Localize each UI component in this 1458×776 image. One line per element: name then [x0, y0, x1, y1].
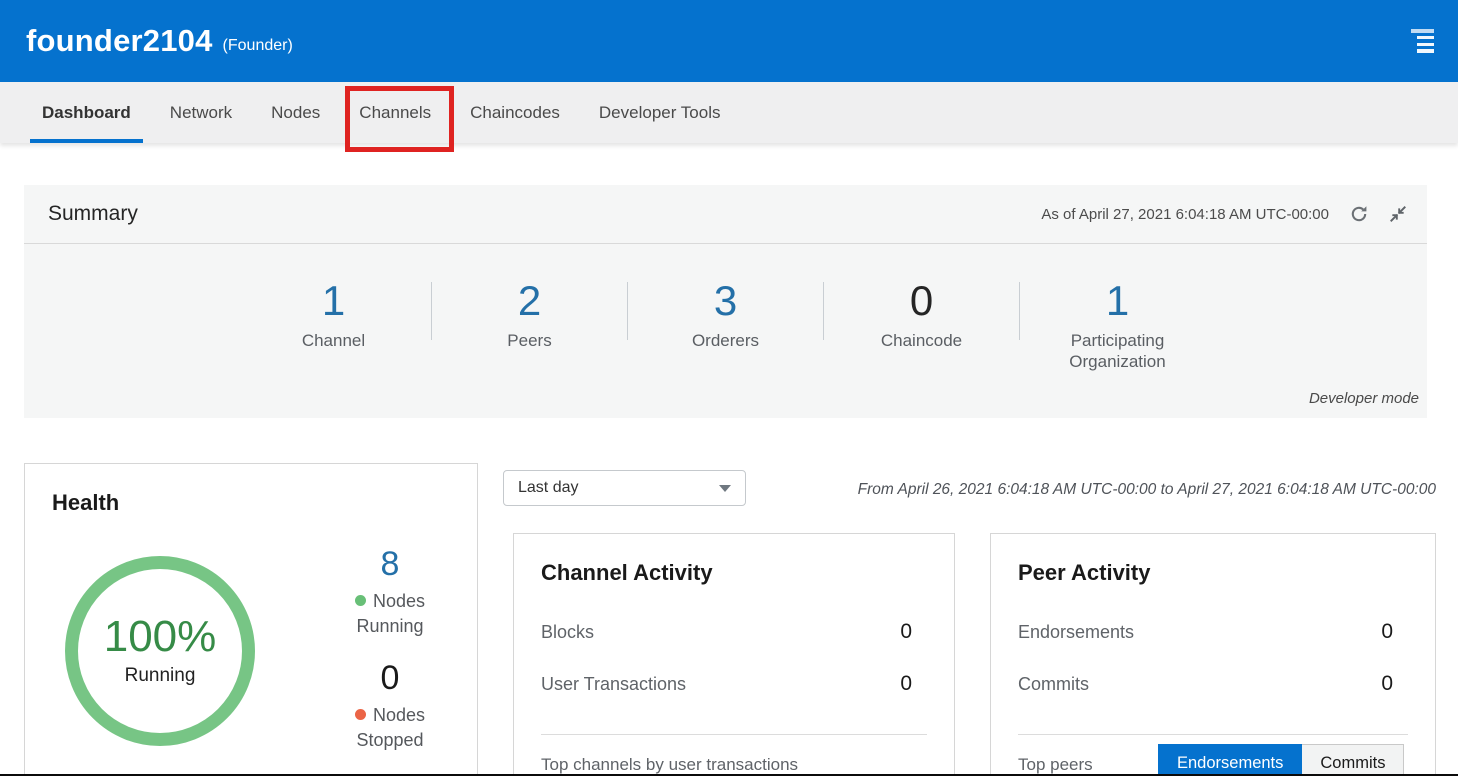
channel-activity-card: Channel Activity Blocks 0 User Transacti… — [513, 533, 955, 776]
blocks-label: Blocks — [541, 622, 594, 643]
time-range-text: From April 26, 2021 6:04:18 AM UTC-00:00… — [858, 481, 1436, 499]
health-node-counts: 8 Nodes Running 0 Nodes Stopped — [325, 546, 455, 752]
commits-row: Commits 0 — [991, 672, 1435, 696]
stat-channel-label: Channel — [268, 330, 400, 351]
stat-channel-value[interactable]: 1 — [236, 278, 432, 324]
drawer-bar — [1417, 36, 1434, 40]
toggle-endorsements-button[interactable]: Endorsements — [1158, 744, 1302, 776]
peer-activity-rows: Endorsements 0 Commits 0 — [991, 620, 1435, 724]
summary-body: 1 Channel 2 Peers 3 Orderers 0 Chaincode… — [24, 244, 1427, 417]
commits-value: 0 — [1381, 672, 1393, 696]
peer-activity-title: Peer Activity — [1018, 560, 1150, 586]
tab-chaincodes[interactable]: Chaincodes — [458, 82, 572, 143]
tab-developer-tools-label: Developer Tools — [599, 103, 721, 123]
user-transactions-value: 0 — [900, 672, 912, 696]
tab-nodes[interactable]: Nodes — [259, 82, 332, 143]
summary-panel: Summary As of April 27, 2021 6:04:18 AM … — [24, 185, 1427, 418]
stat-orderers-label: Orderers — [660, 330, 792, 351]
blocks-value: 0 — [900, 620, 912, 644]
time-range-selected-value: Last day — [518, 479, 578, 497]
refresh-icon[interactable] — [1349, 204, 1369, 224]
tab-nodes-label: Nodes — [271, 103, 320, 123]
app-header: founder2104 (Founder) — [0, 0, 1458, 82]
stat-orderers: 3 Orderers — [628, 278, 824, 373]
channel-activity-title: Channel Activity — [541, 560, 713, 586]
drawer-bar — [1417, 49, 1434, 53]
stat-orderers-value[interactable]: 3 — [628, 278, 824, 324]
top-peers-toggle: Endorsements Commits — [1158, 744, 1404, 776]
endorsements-label: Endorsements — [1018, 622, 1134, 643]
health-card: Health 100% Running 8 Nodes Running 0 No… — [24, 463, 478, 776]
time-range-select[interactable]: Last day — [503, 470, 746, 506]
drawer-bar — [1417, 43, 1434, 47]
user-transactions-row: User Transactions 0 — [514, 672, 954, 696]
tab-network-label: Network — [170, 103, 232, 123]
tab-dashboard[interactable]: Dashboard — [30, 82, 143, 143]
collapse-icon[interactable] — [1389, 205, 1407, 223]
health-donut-chart: 100% Running — [65, 556, 255, 746]
stat-chaincode-label: Chaincode — [856, 330, 988, 351]
stat-participating-organization: 1 Participating Organization — [1020, 278, 1216, 373]
app-window: founder2104 (Founder) Dashboard Network … — [0, 0, 1458, 776]
stat-peers-value[interactable]: 2 — [432, 278, 628, 324]
summary-meta: As of April 27, 2021 6:04:18 AM UTC-00:0… — [1041, 204, 1407, 224]
nodes-running-label: Nodes Running — [344, 589, 436, 638]
instance-title: founder2104 — [26, 23, 213, 59]
channel-activity-rows: Blocks 0 User Transactions 0 — [514, 620, 954, 724]
nodes-stopped-text: Nodes Stopped — [356, 705, 425, 749]
drawer-menu-icon[interactable] — [1411, 29, 1434, 53]
health-percent-label: Running — [125, 665, 196, 687]
divider — [541, 734, 927, 735]
peer-activity-card: Peer Activity Endorsements 0 Commits 0 T… — [990, 533, 1436, 776]
stopped-status-dot-icon — [355, 709, 366, 720]
stat-peers-label: Peers — [464, 330, 596, 351]
commits-label: Commits — [1018, 674, 1089, 695]
user-transactions-label: User Transactions — [541, 674, 686, 695]
tab-dashboard-label: Dashboard — [42, 103, 131, 123]
endorsements-value: 0 — [1381, 620, 1393, 644]
tab-channels[interactable]: Channels — [347, 82, 443, 143]
running-status-dot-icon — [355, 595, 366, 606]
as-of-timestamp: As of April 27, 2021 6:04:18 AM UTC-00:0… — [1041, 206, 1329, 223]
top-peers-label: Top peers — [1018, 755, 1093, 775]
nodes-stopped-count: 0 — [325, 660, 455, 697]
summary-header: Summary As of April 27, 2021 6:04:18 AM … — [24, 185, 1427, 244]
nodes-running-count: 8 — [325, 546, 455, 583]
stat-channel: 1 Channel — [236, 278, 432, 373]
divider — [1018, 734, 1408, 735]
endorsements-row: Endorsements 0 — [991, 620, 1435, 644]
health-percent: 100% — [104, 615, 217, 659]
toggle-commits-button[interactable]: Commits — [1302, 744, 1404, 776]
nodes-running-text: Nodes Running — [356, 591, 425, 635]
drawer-bar — [1411, 29, 1434, 33]
tab-network[interactable]: Network — [158, 82, 244, 143]
stat-participating-organization-value[interactable]: 1 — [1020, 278, 1216, 324]
tab-developer-tools[interactable]: Developer Tools — [587, 82, 733, 143]
developer-mode-note: Developer mode — [1309, 390, 1419, 407]
nodes-stopped-label: Nodes Stopped — [344, 703, 436, 752]
stat-participating-organization-label: Participating Organization — [1052, 330, 1184, 373]
tab-channels-label: Channels — [359, 103, 431, 123]
top-channels-label: Top channels by user transactions — [541, 755, 798, 775]
stat-peers: 2 Peers — [432, 278, 628, 373]
health-title: Health — [52, 490, 119, 516]
stat-chaincode: 0 Chaincode — [824, 278, 1020, 373]
summary-stats: 1 Channel 2 Peers 3 Orderers 0 Chaincode… — [24, 244, 1427, 373]
blocks-row: Blocks 0 — [514, 620, 954, 644]
tab-bar: Dashboard Network Nodes Channels Chainco… — [0, 82, 1458, 143]
instance-role: (Founder) — [223, 27, 293, 55]
tab-chaincodes-label: Chaincodes — [470, 103, 560, 123]
summary-title: Summary — [48, 202, 138, 226]
chevron-down-icon — [719, 485, 731, 492]
stat-chaincode-value: 0 — [824, 278, 1020, 324]
